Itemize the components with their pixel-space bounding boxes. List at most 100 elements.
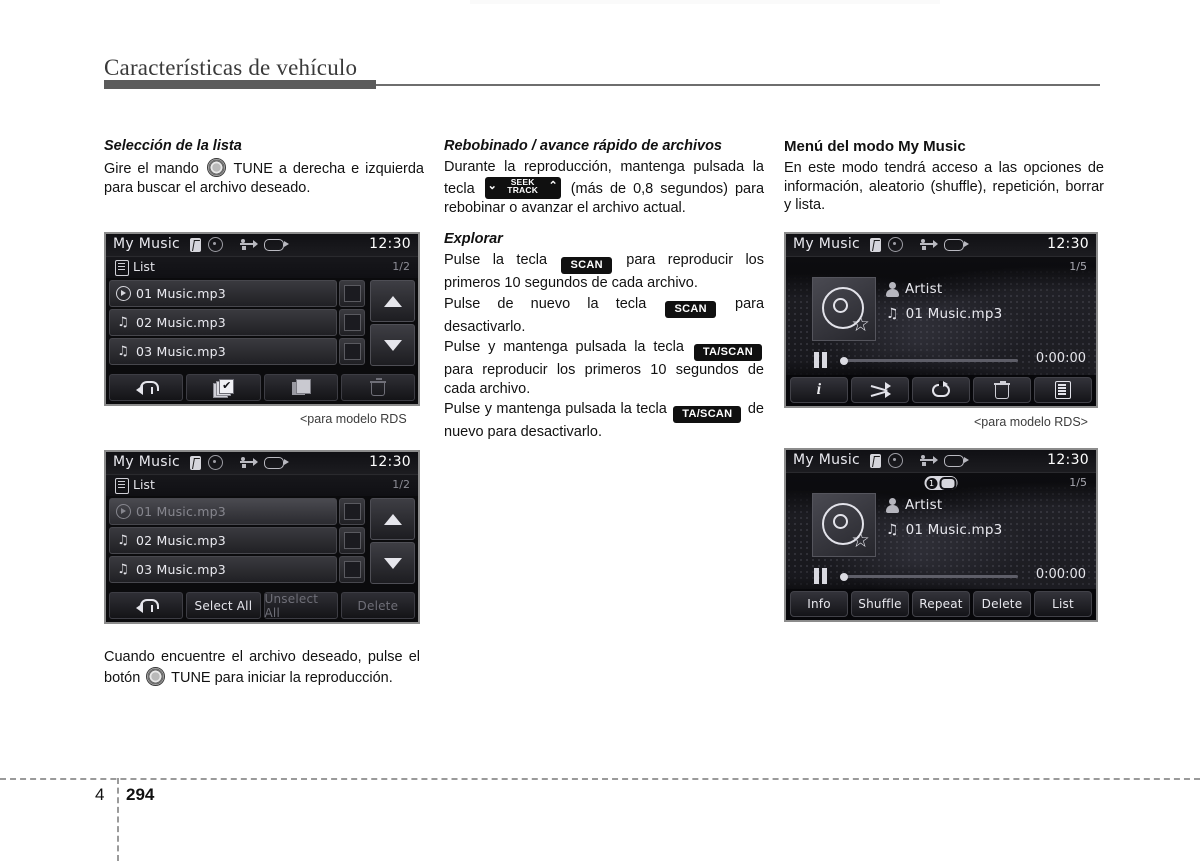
list-item-checkbox[interactable] — [339, 498, 365, 525]
repeat-one-indicator: 1 — [924, 476, 958, 490]
screen-my-music-now-playing-icons[interactable]: My Music 12:30 1/5 ☆ Artist ♫ 01 Music.m… — [784, 232, 1098, 408]
list-rows: 01 Music.mp3 ♫ 02 Music.mp3 ♫ 03 Music.m… — [109, 498, 365, 583]
screen-my-music-now-playing-labels[interactable]: My Music 12:30 1 1/5 ☆ Artist ♫ 01 Music… — [784, 448, 1098, 622]
usb-icon — [920, 455, 938, 466]
list-body: 01 Music.mp3 ♫ 02 Music.mp3 ♫ 03 Music.m… — [106, 496, 418, 586]
list-item-main[interactable]: ♫ 03 Music.mp3 — [109, 338, 337, 365]
list-button[interactable] — [1034, 377, 1092, 403]
list-item[interactable]: ♫ 03 Music.mp3 — [109, 556, 365, 583]
list-item[interactable]: ♫ 02 Music.mp3 — [109, 527, 365, 554]
pause-icon — [814, 352, 828, 368]
info-button[interactable]: i — [790, 377, 848, 403]
heading-rebobinado: Rebobinado / avance rápido de archivos — [444, 138, 722, 154]
list-item[interactable]: ♫ 03 Music.mp3 — [109, 338, 365, 365]
list-item-label: 03 Music.mp3 — [136, 344, 226, 359]
note-icon: ♫ — [886, 306, 899, 322]
shuffle-button[interactable] — [851, 377, 909, 403]
pause-icon — [814, 568, 828, 584]
screen-my-music-list[interactable]: My Music 12:30 List 1/2 01 Music.mp3 ♫ 0… — [104, 232, 420, 406]
list-item-main[interactable]: ♫ 02 Music.mp3 — [109, 527, 337, 554]
shuffle-button[interactable]: Shuffle — [851, 591, 909, 617]
select-all-button[interactable]: Select All — [186, 592, 261, 619]
paragraph-tune-play: Cuando encuentre el archivo deseado, pul… — [104, 648, 420, 687]
back-arrow-icon — [135, 598, 159, 613]
album-art: ☆ — [812, 277, 876, 341]
repeat-icon — [932, 380, 950, 398]
stop-icon — [291, 379, 311, 396]
footer-divider-vertical — [117, 778, 119, 861]
list-icon — [1055, 381, 1071, 399]
list-item[interactable]: 01 Music.mp3 — [109, 498, 365, 525]
person-icon — [886, 497, 899, 513]
status-icon-group — [870, 237, 969, 252]
progress-bar[interactable] — [840, 572, 1018, 581]
back-button[interactable] — [109, 592, 184, 619]
list-item-main[interactable]: 01 Music.mp3 — [109, 498, 337, 525]
paragraph-tascan-1: Pulse y mantenga pulsada la tecla TA/SCA… — [444, 338, 764, 398]
screen-my-music-select[interactable]: My Music 12:30 List 1/2 01 Music.mp3 ♫ 0… — [104, 450, 420, 624]
clock: 12:30 — [369, 454, 411, 470]
list-item-checkbox[interactable] — [339, 556, 365, 583]
paragraph-text-a: Pulse y mantenga pulsada la tecla — [444, 339, 684, 355]
scroll-buttons — [370, 498, 415, 586]
paragraph-text-a: Pulse la tecla — [444, 252, 548, 268]
screen-toolbar: ✔ — [106, 372, 418, 404]
list-item-main[interactable]: ♫ 02 Music.mp3 — [109, 309, 337, 336]
scroll-up-button[interactable] — [370, 280, 415, 322]
list-item[interactable]: 01 Music.mp3 — [109, 280, 365, 307]
playback-progress[interactable]: 0:00:00 — [786, 350, 1096, 372]
track-metadata: Artist ♫ 01 Music.mp3 — [886, 281, 1002, 331]
list-item-checkbox[interactable] — [339, 338, 365, 365]
heading-seleccion-de-la-lista: Selección de la lista — [104, 138, 242, 154]
back-arrow-icon — [135, 380, 159, 395]
paragraph-scan-1: Pulse la tecla SCAN para reproducir los … — [444, 251, 764, 293]
paragraph-my-music-modes: En este modo tendrá acceso a las opcione… — [784, 160, 1104, 213]
list-item-main[interactable]: 01 Music.mp3 — [109, 280, 337, 307]
progress-bar[interactable] — [840, 356, 1018, 365]
now-playing-area: 1/5 ☆ Artist ♫ 01 Music.mp3 0:00:00 — [786, 257, 1096, 378]
screen-toolbar: Select All Unselect All Delete — [106, 590, 418, 622]
page-indicator: 1/5 — [1069, 260, 1087, 273]
scroll-down-button[interactable] — [370, 324, 415, 366]
play-icon — [110, 286, 136, 301]
clock: 12:30 — [369, 236, 411, 252]
chevron-up-icon: ⌃ — [548, 179, 558, 192]
repeat-button[interactable]: Repeat — [912, 591, 970, 617]
list-item-checkbox[interactable] — [339, 527, 365, 554]
select-all-button[interactable]: ✔ — [186, 374, 261, 401]
delete-button[interactable]: Delete — [973, 591, 1031, 617]
unselect-all-button[interactable]: Unselect All — [263, 592, 338, 620]
list-item-checkbox[interactable] — [339, 309, 365, 336]
list-item-label: 01 Music.mp3 — [136, 286, 226, 301]
top-edge-artifact — [470, 0, 940, 4]
list-item-checkbox[interactable] — [339, 280, 365, 307]
back-button[interactable] — [109, 374, 184, 401]
heading-menu-my-music: Menú del modo My Music — [784, 138, 966, 155]
album-art: ☆ — [812, 493, 876, 557]
device-icon — [944, 238, 969, 251]
stop-button[interactable] — [263, 374, 338, 401]
list-item[interactable]: ♫ 02 Music.mp3 — [109, 309, 365, 336]
delete-button[interactable] — [340, 374, 415, 401]
list-body: 01 Music.mp3 ♫ 02 Music.mp3 ♫ 03 Music.m… — [106, 278, 418, 368]
person-icon — [886, 281, 899, 297]
device-icon — [264, 456, 289, 469]
delete-button[interactable]: Delete — [340, 592, 415, 619]
info-button[interactable]: Info — [790, 591, 848, 617]
paragraph-text-a: Gire el mando — [104, 161, 199, 177]
playback-progress[interactable]: 0:00:00 — [786, 566, 1096, 588]
bluetooth-icon — [870, 237, 881, 252]
repeat-button[interactable] — [912, 377, 970, 403]
clock: 12:30 — [1047, 452, 1089, 468]
scroll-up-button[interactable] — [370, 498, 415, 540]
list-rows: 01 Music.mp3 ♫ 02 Music.mp3 ♫ 03 Music.m… — [109, 280, 365, 365]
delete-button[interactable] — [973, 377, 1031, 403]
list-item-label: 03 Music.mp3 — [136, 562, 226, 577]
list-button[interactable]: List — [1034, 591, 1092, 617]
caption-rds-left: <para modelo RDS — [300, 412, 407, 426]
elapsed-time: 0:00:00 — [1035, 567, 1086, 582]
list-header-label: List — [133, 477, 155, 492]
ta-scan-key-icon: TA/SCAN — [673, 406, 742, 423]
scroll-down-button[interactable] — [370, 542, 415, 584]
list-item-main[interactable]: ♫ 03 Music.mp3 — [109, 556, 337, 583]
